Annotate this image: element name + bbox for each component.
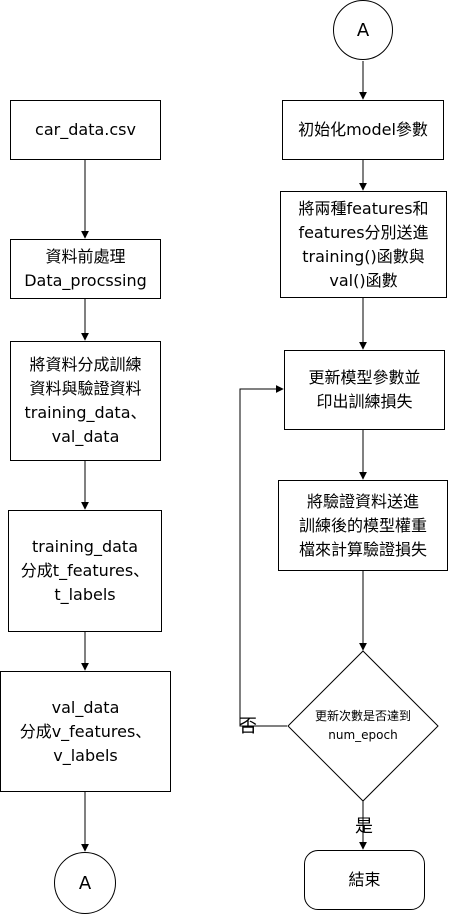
yes-label: 是: [355, 816, 373, 837]
connector-a-bottom: A: [54, 852, 116, 914]
validation-loss-box: 將驗證資料送進 訓練後的模型權重 檔來計算驗證損失: [278, 480, 448, 571]
val-data-split-box: val_data 分成v_features、 v_labels: [0, 671, 171, 792]
car-data-csv-box: car_data.csv: [10, 100, 161, 160]
split-data-box: 將資料分成訓練 資料與驗證資料 training_data、 val_data: [10, 341, 161, 461]
end-box: 結束: [304, 850, 425, 910]
no-label: 否: [239, 716, 257, 737]
init-model-params-box: 初始化model參數: [282, 100, 444, 160]
decision-text: 更新次數是否達到 num_epoch: [314, 709, 411, 742]
send-features-box: 將兩種features和 features分別送進 training()函數與 …: [280, 191, 447, 298]
training-data-split-box: training_data 分成t_features、 t_labels: [8, 510, 162, 632]
update-params-box: 更新模型參數並 印出訓練損失: [284, 350, 445, 430]
connector-a-top: A: [333, 0, 393, 60]
data-preprocessing-box: 資料前處理 Data_procssing: [10, 239, 161, 299]
